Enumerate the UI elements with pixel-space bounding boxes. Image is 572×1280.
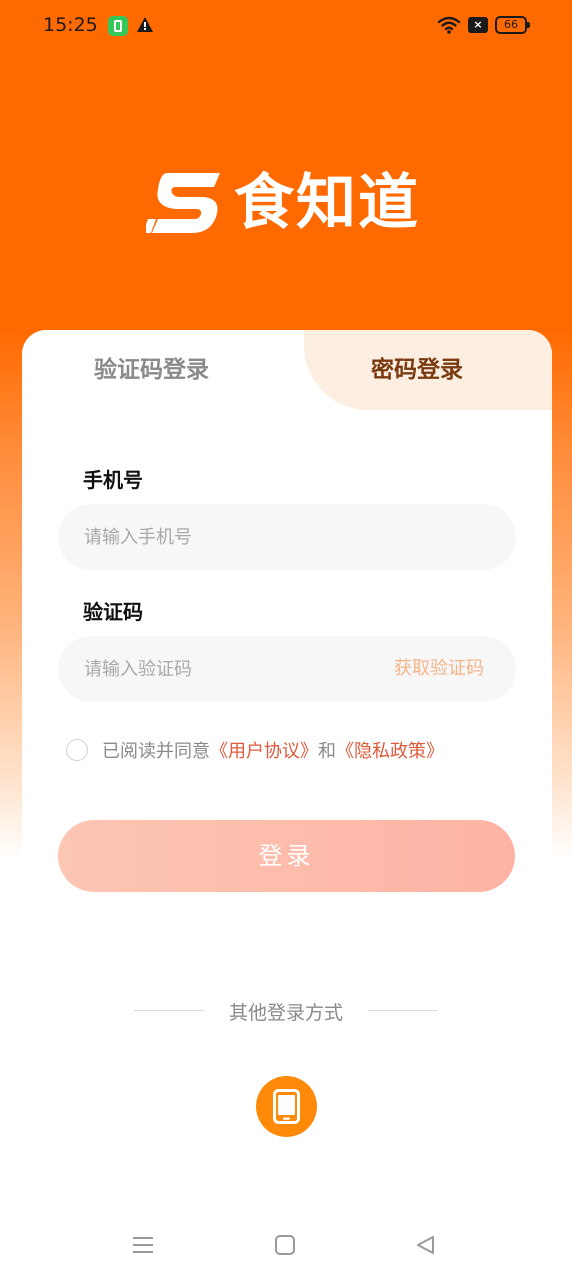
code-input[interactable] [84, 636, 364, 702]
phone-icon [273, 1089, 300, 1124]
divider-left [134, 1010, 204, 1011]
back-triangle-icon[interactable] [414, 1234, 436, 1256]
tab-code-login[interactable]: 验证码登录 [94, 352, 209, 388]
privacy-policy-link[interactable]: 《隐私政策》 [336, 737, 444, 763]
phone-input-container [58, 504, 516, 570]
user-agreement-link[interactable]: 《用户协议》 [210, 737, 318, 763]
agreement-row: 已阅读并同意 《用户协议》 和 《隐私政策》 [66, 736, 444, 764]
phone-login-button[interactable] [256, 1076, 317, 1137]
app-notification-icon [108, 16, 128, 36]
phone-label: 手机号 [83, 468, 143, 492]
wifi-icon [437, 16, 461, 34]
brand-name: 食知道 [234, 168, 420, 238]
phone-input[interactable] [84, 504, 484, 570]
status-bar: 15:25 × 66 [0, 0, 572, 52]
tab-password-login[interactable]: 密码登录 [371, 352, 463, 388]
other-login-title: 其他登录方式 [228, 1002, 343, 1024]
code-input-container: 获取验证码 [58, 636, 516, 702]
agreement-prefix: 已阅读并同意 [102, 741, 210, 762]
brand-logo: 食知道 [146, 165, 428, 241]
logo-mark-icon [146, 173, 220, 233]
divider-right [368, 1010, 438, 1011]
home-square-icon[interactable] [275, 1235, 295, 1255]
get-code-button[interactable]: 获取验证码 [394, 636, 484, 702]
agreement-and: 和 [318, 741, 336, 762]
warning-icon [137, 17, 153, 32]
x-box-icon: × [468, 17, 488, 33]
status-time: 15:25 [43, 14, 98, 36]
code-label: 验证码 [83, 600, 143, 624]
battery-icon: 66 [495, 16, 530, 34]
menu-icon[interactable] [132, 1235, 154, 1255]
agreement-checkbox[interactable] [66, 739, 88, 761]
login-button[interactable]: 登录 [58, 820, 515, 892]
